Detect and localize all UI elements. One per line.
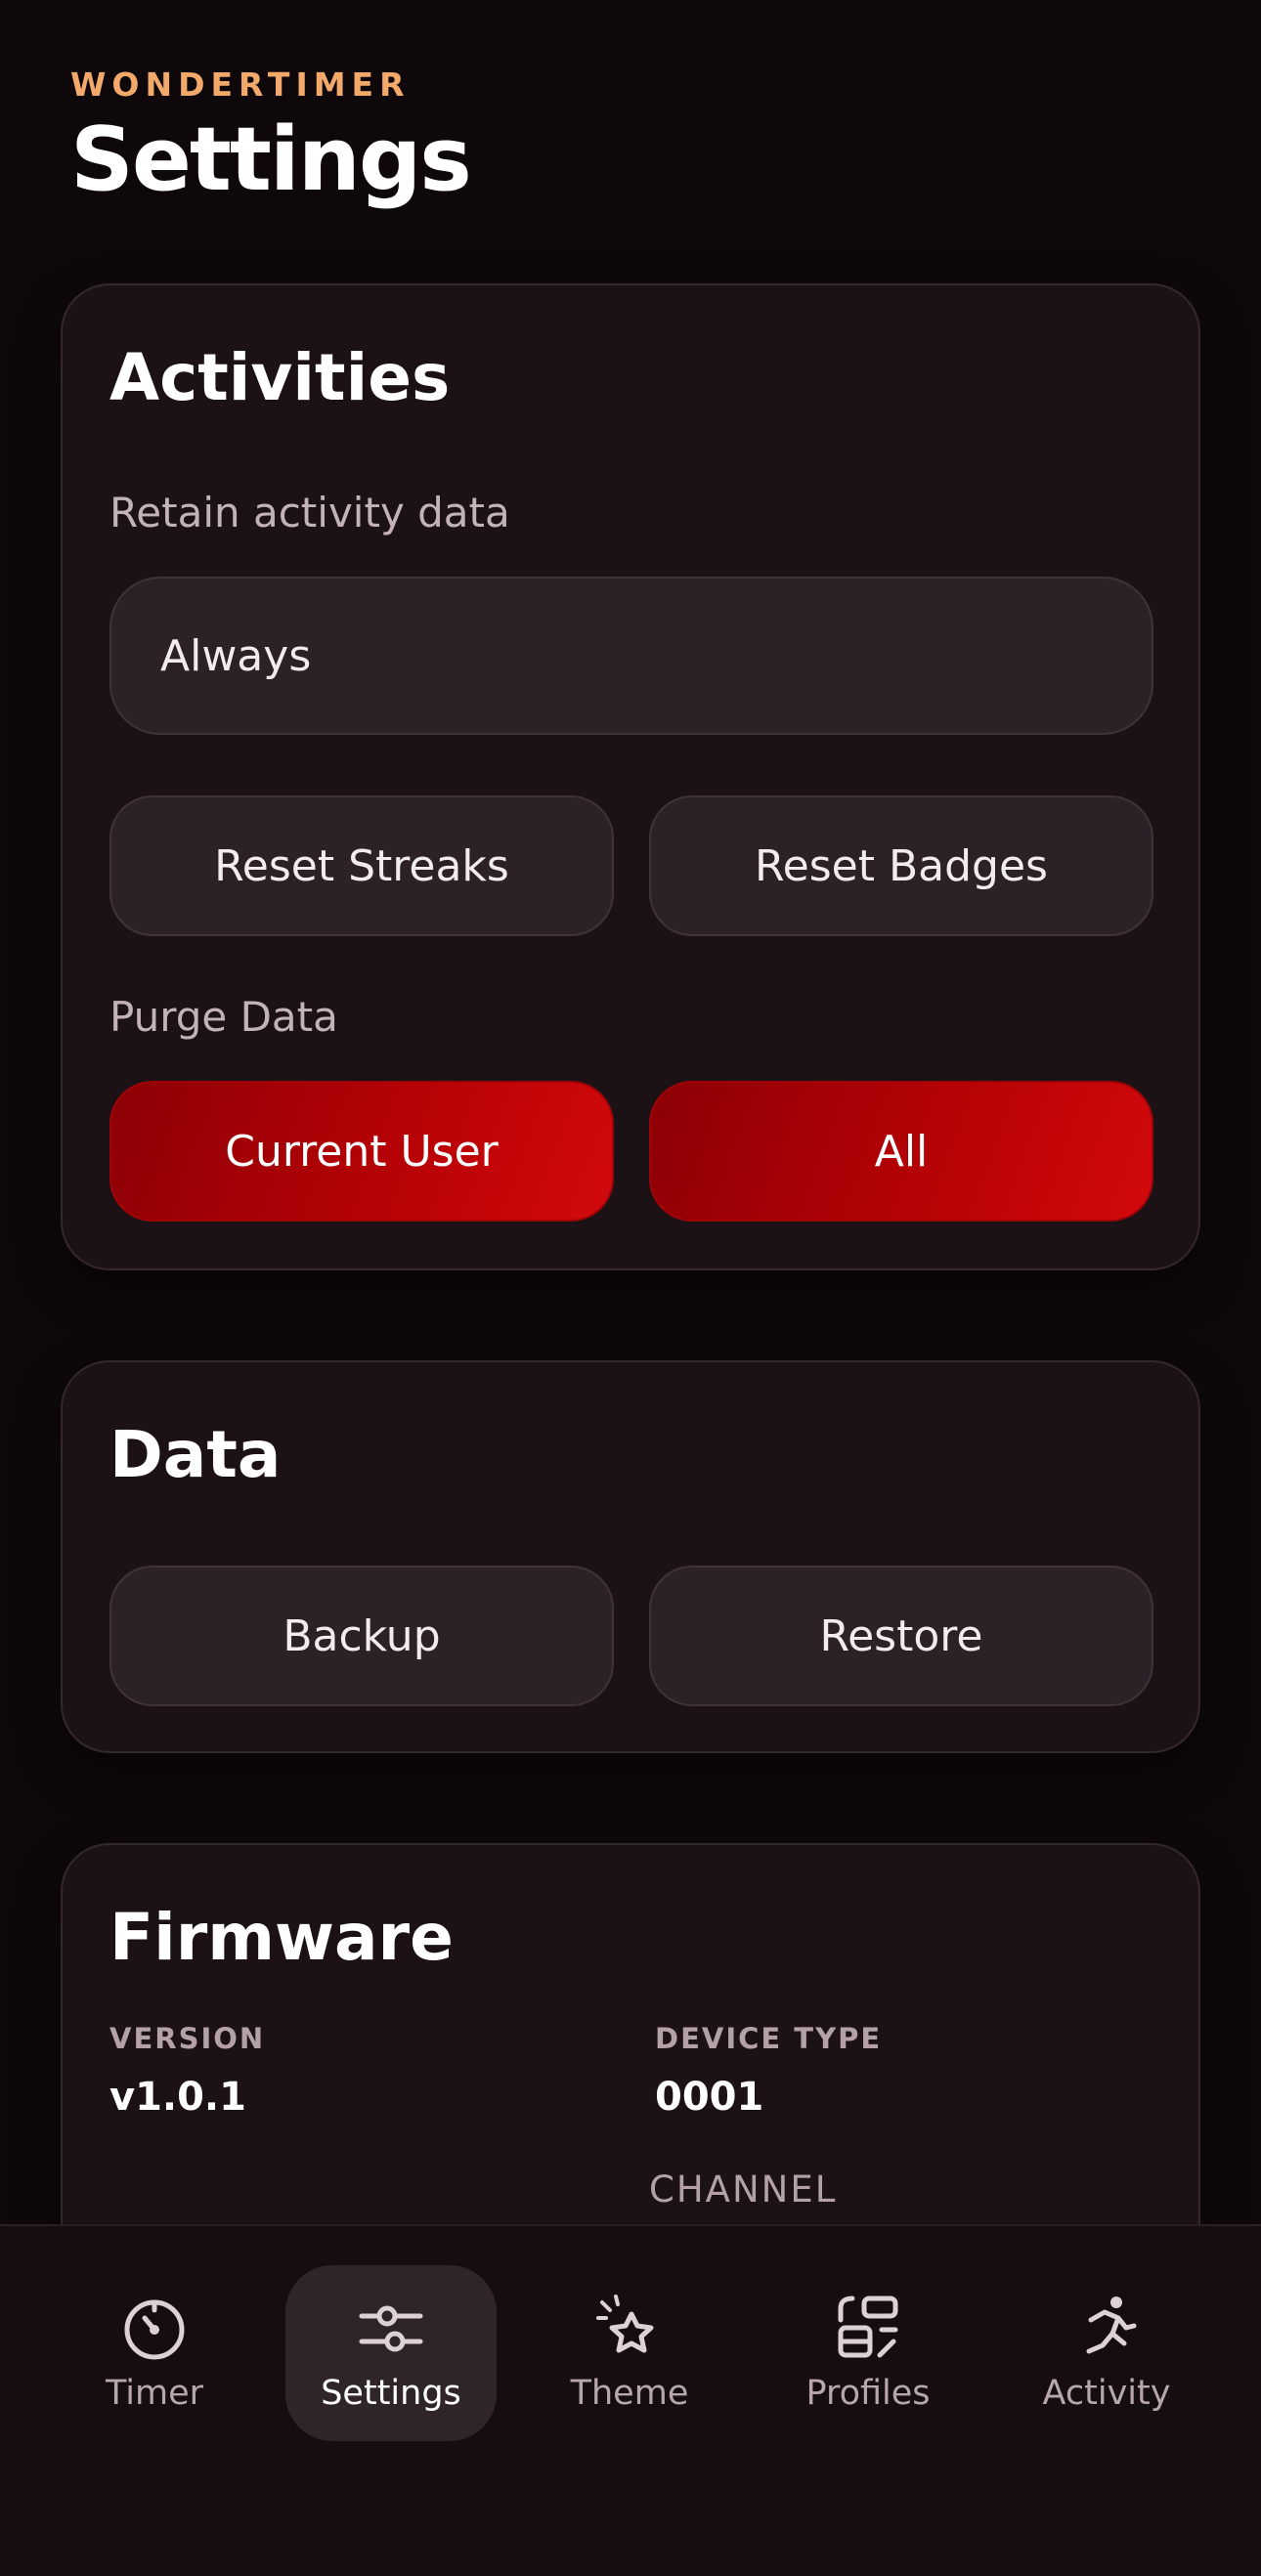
retain-data-select[interactable]: Always	[109, 577, 1153, 735]
purge-current-user-button[interactable]: Current User	[109, 1081, 614, 1222]
brand-label: WONDERTIMER	[70, 65, 411, 104]
activities-card: Activities Retain activity data Always R…	[61, 283, 1200, 1270]
sliders-icon	[359, 2305, 423, 2352]
nav-item-theme[interactable]: Theme	[524, 2265, 735, 2441]
sparkle-star-icon	[596, 2295, 654, 2353]
settings-screen: WONDERTIMER Settings Activities Retain a…	[0, 0, 1261, 2576]
purge-data-label: Purge Data	[109, 993, 338, 1041]
nav-item-timer[interactable]: Timer	[49, 2265, 260, 2441]
nav-label-profiles: Profiles	[805, 2374, 931, 2413]
nav-item-profiles[interactable]: Profiles	[762, 2265, 974, 2441]
device-type-label: DEVICE TYPE	[655, 2022, 883, 2055]
bottom-nav: Timer Settings Theme Profiles Activity	[0, 2224, 1261, 2576]
purge-all-button[interactable]: All	[649, 1081, 1153, 1222]
profiles-icon	[838, 2296, 898, 2358]
nav-label-activity: Activity	[1042, 2374, 1171, 2413]
nav-label-settings: Settings	[321, 2374, 461, 2413]
backup-button[interactable]: Backup	[109, 1566, 614, 1706]
retain-data-value: Always	[160, 630, 312, 681]
device-type-value: 0001	[655, 2075, 764, 2120]
retain-data-label: Retain activity data	[109, 489, 510, 537]
version-label: VERSION	[109, 2022, 266, 2055]
data-card: Data Backup Restore	[61, 1360, 1200, 1753]
data-title: Data	[109, 1417, 282, 1492]
running-person-icon	[1086, 2297, 1137, 2354]
nav-item-activity[interactable]: Activity	[1001, 2265, 1212, 2441]
nav-label-theme: Theme	[570, 2374, 689, 2413]
restore-button[interactable]: Restore	[649, 1566, 1153, 1706]
channel-label: CHANNEL	[649, 2168, 838, 2211]
firmware-title: Firmware	[109, 1900, 454, 1975]
header: WONDERTIMER Settings	[70, 65, 472, 211]
reset-streaks-button[interactable]: Reset Streaks	[109, 795, 614, 936]
nav-label-timer: Timer	[105, 2374, 204, 2413]
reset-badges-button[interactable]: Reset Badges	[649, 795, 1153, 936]
activities-title: Activities	[109, 340, 451, 415]
nav-item-settings[interactable]: Settings	[285, 2265, 497, 2441]
timer-icon	[124, 2299, 185, 2360]
page-title: Settings	[70, 108, 472, 211]
version-value: v1.0.1	[109, 2075, 246, 2120]
